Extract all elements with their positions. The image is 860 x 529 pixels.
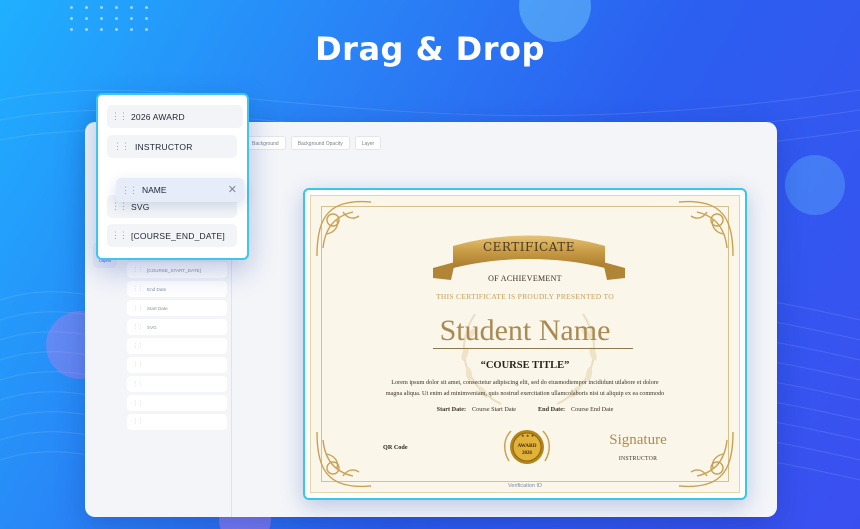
seal-line-1: AWARD (517, 443, 536, 449)
layer-item[interactable]: ⋮⋮ (127, 357, 227, 373)
corner-flourish-icon (316, 431, 372, 488)
body-line-2: magna aliqua. Ut enim ad minimveniam, qu… (385, 390, 665, 397)
page-headline: Drag & Drop (315, 30, 545, 68)
panel-divider (231, 257, 232, 517)
toolbar-chip-background-opacity[interactable]: Background Opacity (290, 136, 350, 150)
drag-handle-icon[interactable]: ⋮⋮ (107, 201, 131, 212)
start-date-label: Start Date: (436, 406, 467, 413)
end-date[interactable]: End Date: Course End Date (538, 406, 613, 413)
body-line-1: Lorem ipsum dolor sit amet, consectetur … (391, 379, 659, 386)
drag-handle-icon[interactable]: ⋮⋮ (133, 400, 143, 406)
layer-item[interactable]: ⋮⋮ (127, 376, 227, 392)
drag-handle-icon[interactable]: ⋮⋮ (107, 230, 131, 241)
signature[interactable]: Signature (603, 432, 673, 449)
drag-handle-icon[interactable]: ⋮⋮ (133, 267, 143, 273)
toolbar-chip-layer[interactable]: Layer (354, 136, 382, 150)
layer-item-label: SVG (131, 201, 150, 212)
layer-item[interactable]: ⋮⋮ (127, 395, 227, 411)
end-date-value: Course End Date (571, 406, 614, 413)
corner-flourish-icon (316, 200, 372, 257)
layer-reorder-panel: ⋮⋮ 2026 AWARD ⋮⋮ INSTRUCTOR ⋮⋮ SVG ⋮⋮ [C… (96, 93, 249, 260)
layer-item-label: [COURSE_START_DATE] (147, 267, 201, 273)
drag-handle-icon[interactable]: ⋮⋮ (133, 419, 143, 425)
drag-handle-icon[interactable]: ⋮⋮ (116, 185, 142, 196)
certificate-title: CERTIFICATE (482, 240, 576, 254)
drag-handle-icon[interactable]: ⋮⋮ (133, 343, 143, 349)
certificate-subtitle: OF ACHIEVEMENT (488, 274, 562, 283)
layer-item-label: INSTRUCTOR (135, 141, 193, 152)
name-underline (433, 348, 633, 349)
drag-handle-icon[interactable]: ⋮⋮ (133, 381, 143, 387)
course-title[interactable]: “COURSE TITLE” (311, 360, 739, 371)
corner-flourish-icon (678, 431, 734, 488)
editor-toolbar: Background Background Opacity Layer (245, 136, 382, 152)
layer-item-label: End Date (147, 286, 167, 292)
drag-handle-icon[interactable]: ⋮⋮ (133, 362, 143, 368)
layer-item[interactable]: ⋮⋮ [COURSE_START_DATE] (127, 262, 227, 278)
verification-id[interactable]: Verification ID (311, 483, 739, 489)
layer-item[interactable]: ⋮⋮ (127, 414, 227, 430)
layer-item[interactable]: ⋮⋮ SVG (127, 319, 227, 335)
signature-role: INSTRUCTOR (618, 456, 658, 462)
layer-item-label: SVG (147, 324, 157, 330)
qr-code-placeholder[interactable]: QR Code (383, 444, 408, 451)
editor-sidebar-rail: Layers (93, 242, 119, 517)
certificate-canvas[interactable]: CERTIFICATE OF ACHIEVEMENT THIS CERTIFIC… (303, 188, 747, 500)
certificate-body-text[interactable]: Lorem ipsum dolor sit amet, consectetur … (383, 377, 667, 399)
seal-line-2: 2026 (522, 451, 533, 456)
layer-item[interactable]: ⋮⋮ End Date (127, 281, 227, 297)
toolbar-chip-background[interactable]: Background (245, 136, 286, 150)
layer-item-label: 2026 AWARD (131, 111, 185, 122)
layer-item-label: NAME (142, 185, 167, 195)
drag-handle-icon[interactable]: ⋮⋮ (133, 324, 143, 330)
decorative-dot-grid (70, 6, 149, 31)
student-name[interactable]: Student Name (311, 314, 739, 348)
layer-item-label: [COURSE_END_DATE] (131, 230, 225, 241)
drag-handle-icon[interactable]: ⋮⋮ (107, 141, 135, 152)
presented-line: THIS CERTIFICATE IS PROUDLY PRESENTED TO (436, 292, 614, 301)
start-date[interactable]: Start Date: Course Start Date (437, 406, 516, 413)
layer-item-course-end-date[interactable]: ⋮⋮ [COURSE_END_DATE] (107, 224, 237, 247)
award-seal-icon[interactable]: ★ ★ ★ AWARD 2026 (501, 421, 553, 473)
course-dates: Start Date: Course Start Date End Date: Co… (311, 406, 739, 413)
end-date-label: End Date: (538, 406, 566, 413)
layer-item[interactable]: ⋮⋮ Start Date (127, 300, 227, 316)
layer-item-instructor[interactable]: ⋮⋮ INSTRUCTOR (107, 135, 237, 158)
drag-handle-icon[interactable]: ⋮⋮ (107, 111, 131, 122)
drag-handle-icon[interactable]: ⋮⋮ (133, 305, 143, 311)
layer-item-award[interactable]: ⋮⋮ 2026 AWARD (107, 105, 243, 128)
close-icon[interactable]: ✕ (228, 183, 237, 196)
dragging-layer-item-name[interactable]: ⋮⋮ NAME ✕ (116, 178, 244, 202)
svg-text:★ ★ ★: ★ ★ ★ (521, 433, 535, 438)
corner-flourish-icon (678, 200, 734, 257)
certificate: CERTIFICATE OF ACHIEVEMENT THIS CERTIFIC… (310, 195, 740, 493)
layer-item-label: Start Date (147, 305, 168, 311)
drag-handle-icon[interactable]: ⋮⋮ (133, 286, 143, 292)
start-date-value: Course Start Date (472, 406, 517, 413)
layer-item[interactable]: ⋮⋮ (127, 338, 227, 354)
layer-list: ⋮⋮ [COURSE_START_DATE] ⋮⋮ End Date ⋮⋮ Start… (127, 262, 227, 433)
